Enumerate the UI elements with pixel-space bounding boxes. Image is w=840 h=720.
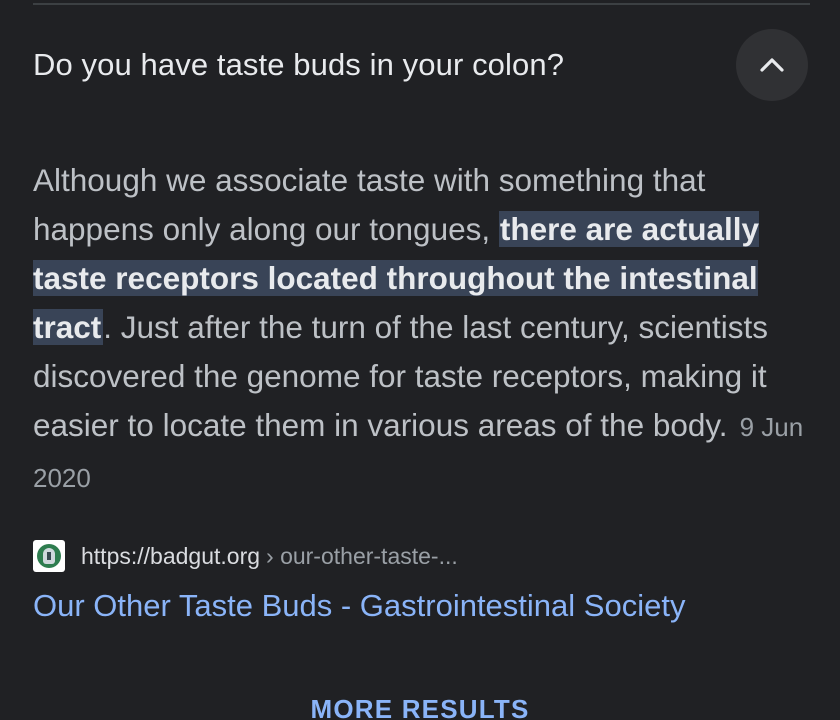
result-title-link[interactable]: Our Other Taste Buds - Gastrointestinal … — [33, 588, 685, 624]
search-result-panel: Do you have taste buds in your colon? Al… — [0, 0, 840, 720]
answer-snippet: Although we associate taste with somethi… — [33, 156, 813, 503]
badgut-favicon-icon — [33, 540, 65, 572]
source-url-path[interactable]: › our-other-taste-... — [266, 543, 458, 570]
more-results-button[interactable]: MORE RESULTS — [0, 694, 840, 720]
question-title[interactable]: Do you have taste buds in your colon? — [33, 47, 564, 83]
collapse-button[interactable] — [736, 29, 808, 101]
source-citation[interactable]: https://badgut.org › our-other-taste-... — [33, 539, 458, 573]
divider — [33, 3, 810, 5]
source-url-domain[interactable]: https://badgut.org — [81, 543, 260, 570]
answer-text-after: . Just after the turn of the last centur… — [33, 309, 768, 443]
question-header[interactable]: Do you have taste buds in your colon? — [33, 29, 813, 101]
chevron-up-icon — [760, 58, 784, 72]
